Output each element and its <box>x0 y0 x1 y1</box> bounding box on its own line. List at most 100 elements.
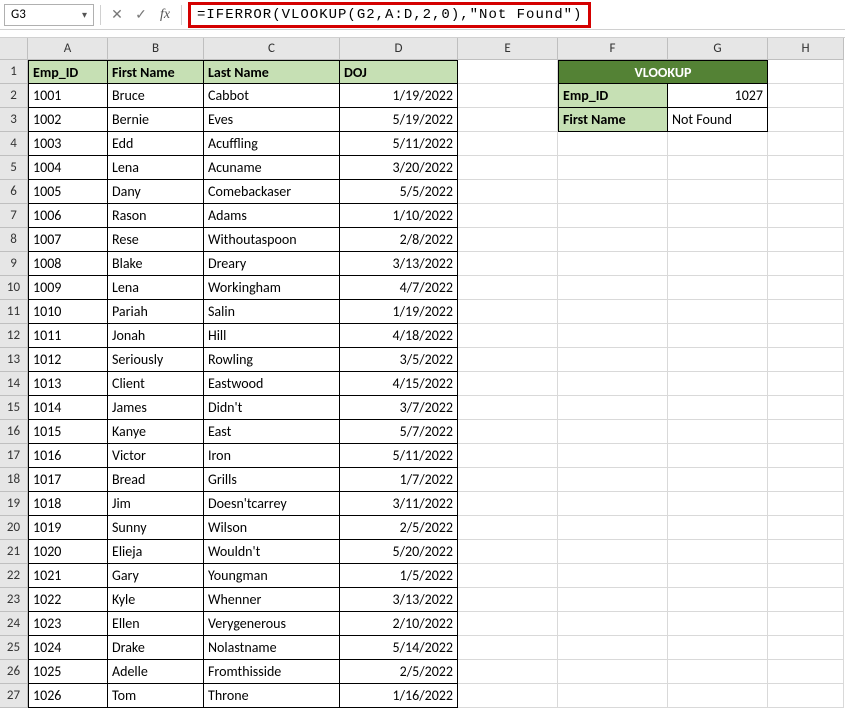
cell-E5[interactable] <box>458 156 558 180</box>
cell-F9[interactable] <box>558 252 668 276</box>
cell-doj-1007[interactable]: 2/8/2022 <box>340 228 458 252</box>
cell-id-1020[interactable]: 1020 <box>28 540 108 564</box>
cell-H22[interactable] <box>768 564 844 588</box>
cell-H14[interactable] <box>768 372 844 396</box>
cell-E6[interactable] <box>458 180 558 204</box>
cell-id-1005[interactable]: 1005 <box>28 180 108 204</box>
cell-ln-1015[interactable]: East <box>204 420 340 444</box>
cell-doj-1026[interactable]: 1/16/2022 <box>340 684 458 708</box>
cell-G25[interactable] <box>668 636 768 660</box>
column-header-A[interactable]: A <box>28 38 108 60</box>
cell-H26[interactable] <box>768 660 844 684</box>
cell-G4[interactable] <box>668 132 768 156</box>
cell-id-1025[interactable]: 1025 <box>28 660 108 684</box>
cell-F5[interactable] <box>558 156 668 180</box>
cell-id-1011[interactable]: 1011 <box>28 324 108 348</box>
row-header-7[interactable]: 7 <box>0 204 28 228</box>
cell-G21[interactable] <box>668 540 768 564</box>
cell-G15[interactable] <box>668 396 768 420</box>
cell-G5[interactable] <box>668 156 768 180</box>
cell-doj-1006[interactable]: 1/10/2022 <box>340 204 458 228</box>
row-header-26[interactable]: 26 <box>0 660 28 684</box>
cell-fn-1015[interactable]: Kanye <box>108 420 204 444</box>
column-header-C[interactable]: C <box>204 38 340 60</box>
cell-doj-1017[interactable]: 1/7/2022 <box>340 468 458 492</box>
row-header-2[interactable]: 2 <box>0 84 28 108</box>
cell-fn-1020[interactable]: Elieja <box>108 540 204 564</box>
cell-ln-1013[interactable]: Eastwood <box>204 372 340 396</box>
column-header-G[interactable]: G <box>668 38 768 60</box>
column-header-F[interactable]: F <box>558 38 668 60</box>
column-header-B[interactable]: B <box>108 38 204 60</box>
cell-E3[interactable] <box>458 108 558 132</box>
row-header-27[interactable]: 27 <box>0 684 28 708</box>
cell-doj-1001[interactable]: 1/19/2022 <box>340 84 458 108</box>
cell-F10[interactable] <box>558 276 668 300</box>
cell-F6[interactable] <box>558 180 668 204</box>
cell-G20[interactable] <box>668 516 768 540</box>
cell-id-1010[interactable]: 1010 <box>28 300 108 324</box>
cell-doj-1014[interactable]: 3/7/2022 <box>340 396 458 420</box>
cell-H24[interactable] <box>768 612 844 636</box>
vlookup-title[interactable]: VLOOKUP <box>558 60 768 84</box>
cell-ln-1004[interactable]: Acuname <box>204 156 340 180</box>
select-all-corner[interactable] <box>0 38 28 60</box>
cell-F23[interactable] <box>558 588 668 612</box>
cell-E10[interactable] <box>458 276 558 300</box>
accept-formula-button[interactable]: ✓ <box>131 4 151 26</box>
cell-E13[interactable] <box>458 348 558 372</box>
cell-doj-1004[interactable]: 3/20/2022 <box>340 156 458 180</box>
cell-fn-1003[interactable]: Edd <box>108 132 204 156</box>
cell-F18[interactable] <box>558 468 668 492</box>
cell-H18[interactable] <box>768 468 844 492</box>
fx-icon[interactable]: fx <box>155 4 175 26</box>
cell-H8[interactable] <box>768 228 844 252</box>
cell-E15[interactable] <box>458 396 558 420</box>
row-header-17[interactable]: 17 <box>0 444 28 468</box>
cell-ln-1026[interactable]: Throne <box>204 684 340 708</box>
row-header-22[interactable]: 22 <box>0 564 28 588</box>
cell-ln-1017[interactable]: Grills <box>204 468 340 492</box>
cell-id-1017[interactable]: 1017 <box>28 468 108 492</box>
cancel-formula-button[interactable]: ✕ <box>107 4 127 26</box>
cell-G8[interactable] <box>668 228 768 252</box>
cell-G26[interactable] <box>668 660 768 684</box>
cell-G10[interactable] <box>668 276 768 300</box>
cell-G11[interactable] <box>668 300 768 324</box>
cell-fn-1004[interactable]: Lena <box>108 156 204 180</box>
cell-id-1026[interactable]: 1026 <box>28 684 108 708</box>
cell-E20[interactable] <box>458 516 558 540</box>
cell-H6[interactable] <box>768 180 844 204</box>
cell-fn-1021[interactable]: Gary <box>108 564 204 588</box>
cell-ln-1003[interactable]: Acuffling <box>204 132 340 156</box>
cell-id-1012[interactable]: 1012 <box>28 348 108 372</box>
vlookup-empid-value[interactable]: 1027 <box>668 84 768 108</box>
cell-E1[interactable] <box>458 60 558 84</box>
row-header-19[interactable]: 19 <box>0 492 28 516</box>
cell-id-1016[interactable]: 1016 <box>28 444 108 468</box>
cell-E26[interactable] <box>458 660 558 684</box>
name-box[interactable]: G3 ▾ <box>4 4 94 26</box>
cell-ln-1023[interactable]: Verygenerous <box>204 612 340 636</box>
cell-G27[interactable] <box>668 684 768 708</box>
cell-F7[interactable] <box>558 204 668 228</box>
cell-id-1019[interactable]: 1019 <box>28 516 108 540</box>
cell-E19[interactable] <box>458 492 558 516</box>
cell-H16[interactable] <box>768 420 844 444</box>
row-header-6[interactable]: 6 <box>0 180 28 204</box>
header-last-name[interactable]: Last Name <box>204 60 340 84</box>
cell-F13[interactable] <box>558 348 668 372</box>
cell-id-1015[interactable]: 1015 <box>28 420 108 444</box>
cell-doj-1005[interactable]: 5/5/2022 <box>340 180 458 204</box>
row-header-15[interactable]: 15 <box>0 396 28 420</box>
cell-E18[interactable] <box>458 468 558 492</box>
cell-fn-1008[interactable]: Blake <box>108 252 204 276</box>
cell-H25[interactable] <box>768 636 844 660</box>
cell-E7[interactable] <box>458 204 558 228</box>
cell-doj-1025[interactable]: 2/5/2022 <box>340 660 458 684</box>
cell-doj-1015[interactable]: 5/7/2022 <box>340 420 458 444</box>
cell-id-1007[interactable]: 1007 <box>28 228 108 252</box>
cell-F14[interactable] <box>558 372 668 396</box>
cell-fn-1017[interactable]: Bread <box>108 468 204 492</box>
cell-H15[interactable] <box>768 396 844 420</box>
